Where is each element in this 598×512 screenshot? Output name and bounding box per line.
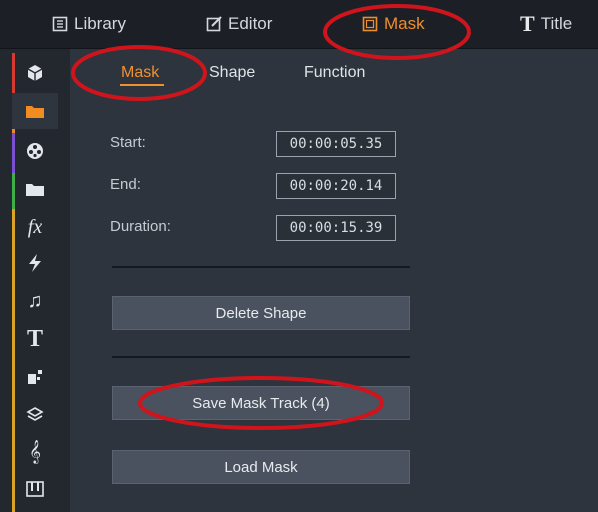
active-subtab-indicator — [120, 84, 164, 86]
tool-sidebar: fx ♫ T 𝄞 — [0, 49, 70, 512]
divider — [112, 356, 410, 358]
effects-icon[interactable]: fx — [12, 209, 58, 245]
box-icon[interactable] — [12, 55, 58, 91]
load-mask-button[interactable]: Load Mask — [112, 450, 410, 484]
end-label: End: — [110, 176, 141, 193]
mask-panel — [70, 49, 598, 512]
start-time-field[interactable]: 00:00:05.35 — [276, 131, 396, 157]
duration-label: Duration: — [110, 218, 171, 235]
mask-icon — [362, 16, 378, 32]
film-reel-icon[interactable] — [12, 133, 58, 169]
subtab-shape[interactable]: Shape — [209, 64, 255, 82]
keyboard-icon[interactable] — [12, 471, 58, 507]
tab-library-label: Library — [74, 14, 126, 33]
delete-shape-button[interactable]: Delete Shape — [112, 296, 410, 330]
shapes-icon[interactable] — [12, 359, 58, 395]
layers-icon[interactable] — [12, 397, 58, 433]
editor-icon — [206, 16, 222, 32]
library-icon — [52, 16, 68, 32]
tab-editor-label: Editor — [228, 14, 273, 33]
clef-icon[interactable]: 𝄞 — [12, 433, 58, 469]
tab-mask[interactable]: Mask — [362, 12, 425, 36]
duration-field[interactable]: 00:00:15.39 — [276, 215, 396, 241]
title-icon: T — [520, 11, 535, 36]
tab-title-label: Title — [540, 14, 573, 33]
end-time-field[interactable]: 00:00:20.14 — [276, 173, 396, 199]
divider — [112, 266, 410, 268]
start-label: Start: — [110, 134, 146, 151]
tab-mask-label: Mask — [384, 14, 425, 33]
folder-icon[interactable] — [12, 93, 58, 129]
tab-library[interactable]: Library — [52, 12, 126, 36]
save-mask-track-button[interactable]: Save Mask Track (4) — [112, 386, 410, 420]
tab-title[interactable]: T Title — [520, 11, 573, 36]
music-note-icon[interactable]: ♫ — [12, 283, 58, 319]
top-navigation-bar: Library Editor Mask T Title — [0, 0, 598, 49]
lightning-icon[interactable] — [12, 245, 58, 281]
tab-editor[interactable]: Editor — [206, 12, 272, 36]
folder-icon[interactable] — [12, 171, 58, 207]
subtab-function[interactable]: Function — [304, 64, 365, 82]
subtab-mask[interactable]: Mask — [121, 64, 159, 82]
text-icon[interactable]: T — [12, 321, 58, 357]
